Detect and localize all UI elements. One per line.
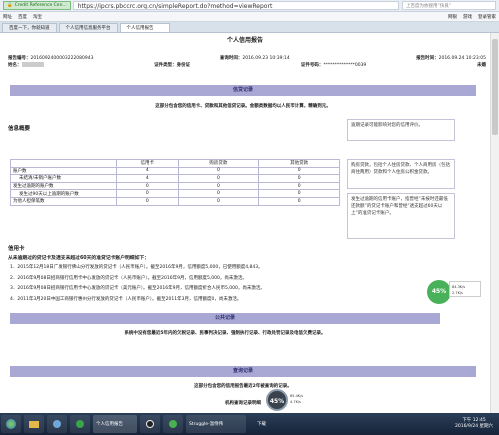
media-button[interactable] [47,415,67,433]
chat-icon [169,420,177,428]
browser-icon [76,420,84,428]
qq-button[interactable] [140,415,160,433]
side-note-overdue-cards: 发生过逾期的信用卡账户，指曾经“未按时还最低还款额”的贷记卡账户和曾经“透支超过… [347,193,455,239]
id-no: **************0039 [323,63,367,68]
table-row: 为他人担保笔数 0 0 0 [10,196,340,206]
certificate-label: Credit Reference Cen... [14,2,67,8]
penguin-icon [146,420,154,428]
fav-link[interactable]: 百度 [18,14,27,20]
table-header-row: 信用卡 购房贷款 其他贷款 [10,159,340,168]
public-note: 系统中没有您最近5年内的欠税记录、民事判决记录、强制执行记录、行政处罚记录及电信… [124,331,326,336]
explorer-button[interactable] [24,415,44,433]
play-icon [53,420,61,428]
net-down-speed: 2.7K/s [452,291,463,295]
name-redacted [21,62,44,67]
column-header: 信用卡 [116,159,179,168]
list-item: 1．2015年12月18日广发银行佛山分行发放的贷记卡（人民币账户）。截至201… [10,265,263,270]
id-no-label: 证件号码： [300,63,324,68]
tab-credit-platform[interactable]: 个人信用信息服务平台 [58,23,118,32]
side-note-housing: 购房贷款，包括个人住房贷款、个人商用房（包括商住两用）贷款和个人住房公积金贷款。 [347,159,455,189]
fav-right-link[interactable]: 登录管家 [478,14,496,20]
lock-icon: 🔒 [7,2,13,8]
url-input[interactable]: https://ipcrs.pbccrc.org.cn/simpleReport… [72,1,399,10]
public-records-bar: 公共记录 [10,313,440,324]
id-type-label: 证件类型：身份证 [154,63,191,68]
query-time-label: 查询时间： [219,56,243,61]
net-speed-bottom: 85.4K/s 4.7K/s [290,394,304,404]
speed-ball-badge-bottom[interactable]: 45% [266,389,288,411]
scrollbar-thumb[interactable] [492,39,498,135]
name-label: 姓名： [8,63,22,68]
tab-credit-report[interactable]: 个人信用报告 [119,23,170,32]
query-records-bar: 查询记录 [10,366,476,377]
credit-report-document: 个人信用报告 报告编号：2016092400003222080943 查询时间：… [2,33,488,413]
column-header: 其他贷款 [258,159,340,168]
overview-title: 信息概要 [8,126,31,132]
list-item: 2．2016年9月08日招商银行信用卡中心发放的贷记卡（人民币账户）。截至201… [10,275,247,281]
folder-icon [29,420,39,428]
certificate-badge[interactable]: 🔒 Credit Reference Cen... [3,1,71,10]
table-row: 未结清/未销户账户数 4 0 0 [10,174,340,183]
net-speed-box: 84.3K/s 2.7K/s [449,281,481,297]
vertical-scrollbar[interactable] [490,33,499,413]
side-note-overdue: 逾期记录可能影响对您的信用评价。 [347,119,455,141]
fav-link[interactable]: 网址 [3,14,12,20]
app-button[interactable] [163,415,183,433]
fav-right-link[interactable]: 网银 [448,14,457,20]
report-title: 个人信用报告 [226,37,263,44]
task-credit-report[interactable]: 个人信用报告 [93,415,137,433]
credit-records-bar: 信贷记录 [10,85,476,96]
report-time-label: 报告时间： [416,56,439,61]
report-time: 2016.09.24 10:23:05 [438,56,486,61]
tab-baidu[interactable]: 百度一下，你就知道 [2,23,57,32]
page-content: 个人信用报告 报告编号：2016092400003222080943 查询时间：… [0,33,499,413]
address-bar: 🔒 Credit Reference Cen... https://ipcrs.… [0,0,499,12]
credit-card-list: 1．2015年12月18日广发银行佛山分行发放的贷记卡（人民币账户）。截至201… [10,263,420,305]
report-header: 报告编号：2016092400003222080943 查询时间：2016.09… [8,55,486,69]
report-no-label: 报告编号： [8,56,31,61]
list-item: 4．2011年3月20日中国工商银行惠州分行发放的贷记卡（人民币账户）。截至20… [10,296,242,302]
list-item: 3．2016年9月08日招商银行信用卡中心发放的贷记卡（美元账户）。截至2016… [10,286,265,292]
credit-card-heading: 信用卡 [8,246,25,252]
query-note: 这部分包含您的信用报告最近2年被查询的记录。 [194,384,292,389]
query-subheading: 机构查询记录明细 [225,401,261,406]
credit-card-subheading: 从未逾期过的贷记卡及透支未超过60天的准贷记卡账户明细如下： [8,256,149,261]
summary-table: 信用卡 购房贷款 其他贷款 账户数 4 0 0 未结清/未销户账户数 4 0 0… [10,159,340,206]
system-clock[interactable]: 下午 12:45 2016/9/24 星期六 [455,418,499,430]
speed-ball-badge[interactable]: 45% [427,280,451,304]
table-row: 账户数 4 0 0 [10,166,340,176]
task-label: Struggle-温侍伟 [189,422,224,427]
favorites-bar: 网址 百度 淘宝 网银 游戏 登录管家 [0,12,499,22]
fav-link[interactable]: 淘宝 [33,14,42,20]
query-time: 2016.09.23 10:39:14 [242,56,290,61]
credit-note: 这部分包含您的信用卡、贷款和其他信贷记录。金额类数据均以人民币计算，精确到元。 [155,104,331,109]
start-button[interactable] [1,415,21,433]
marital-status: 未婚 [476,63,486,68]
browser-button[interactable] [70,415,90,433]
fav-right-link[interactable]: 游戏 [463,14,472,20]
windows-taskbar: 个人信用报告 Struggle-温侍伟 下载 下午 12:45 2016/9/2… [0,413,499,435]
search-box[interactable]: 上百度为依搜用“快艮” [402,1,496,10]
task-music[interactable]: Struggle-温侍伟 [186,415,246,433]
windows-logo-icon [6,419,16,429]
table-row: 发生过90天以上逾期的账户数 0 0 0 [10,189,340,198]
column-header: 购房贷款 [177,159,260,168]
tray-download[interactable]: 下载 [257,421,266,427]
task-label: 个人信用报告 [96,422,123,427]
tab-strip: 百度一下，你就知道 个人信用信息服务平台 个人信用报告 [0,22,499,33]
report-no: 2016092400003222080943 [30,56,94,61]
table-row: 发生过逾期的账户数 0 0 0 [10,181,340,191]
